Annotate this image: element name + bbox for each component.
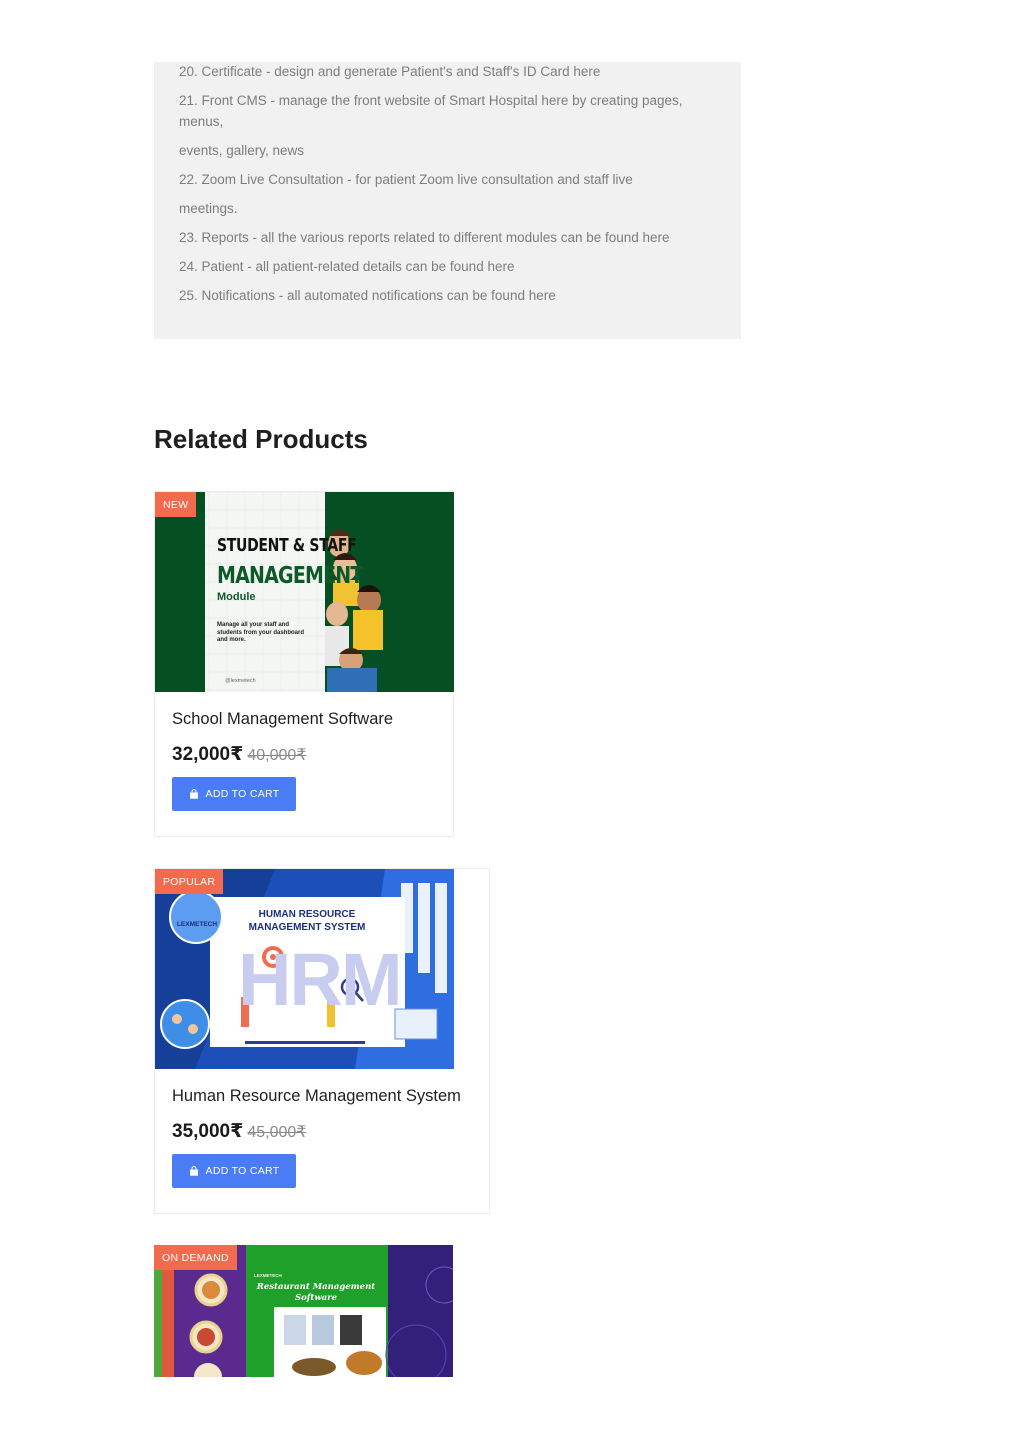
school-banner-graphic xyxy=(205,492,454,692)
product-card-hrm: LEXMETECH HUMAN RESOURCE MANAGEMENT SYST… xyxy=(154,868,490,1214)
school-banner-line1: STUDENT & STAFF xyxy=(217,536,357,556)
badge-popular: POPULAR xyxy=(155,869,224,894)
add-to-cart-button[interactable]: ADD TO CART xyxy=(172,777,296,811)
description-line: 22. Zoom Live Consultation - for patient… xyxy=(179,172,633,187)
add-to-cart-label: ADD TO CART xyxy=(205,788,280,800)
old-price: 40,000₹ xyxy=(247,747,307,764)
current-price: 32,000₹ xyxy=(172,744,244,765)
restaurant-banner-line1: Restaurant Management xyxy=(256,1282,376,1292)
school-banner-brand: @lexmetech xyxy=(225,678,256,684)
product-price: 35,000₹ 45,000₹ xyxy=(172,1120,306,1143)
hrm-banner-big: HRM xyxy=(238,938,403,1021)
hrm-banner-line2: MANAGEMENT SYSTEM xyxy=(248,922,366,933)
shopping-bag-icon xyxy=(189,1166,198,1176)
product-price: 32,000₹ 40,000₹ xyxy=(172,743,306,766)
product-card-school: STUDENT & STAFF MANAGEMENT Module Manage… xyxy=(154,491,454,837)
school-banner-line3: Module xyxy=(217,591,256,603)
badge-new: NEW xyxy=(155,492,197,517)
product-card-restaurant: LEXMETECH Restaurant Management Software… xyxy=(154,1245,453,1377)
shopping-bag-icon xyxy=(189,789,198,799)
school-banner-tagline: Manage all your staff and students from … xyxy=(217,622,305,643)
product-image-hrm[interactable]: LEXMETECH HUMAN RESOURCE MANAGEMENT SYST… xyxy=(155,869,454,1069)
current-price: 35,000₹ xyxy=(172,1121,244,1142)
badge-on-demand: ON DEMAND xyxy=(154,1245,237,1270)
restaurant-banner-line2: Software xyxy=(294,1293,338,1303)
school-banner-line2: MANAGEMENT xyxy=(217,562,363,590)
product-image-school[interactable]: STUDENT & STAFF MANAGEMENT Module Manage… xyxy=(155,492,454,692)
description-line: 23. Reports - all the various reports re… xyxy=(179,230,670,245)
description-line: menus, xyxy=(179,114,224,129)
description-line: events, gallery, news xyxy=(179,143,305,158)
hrm-logo-text: LEXMETECH xyxy=(176,921,218,928)
hrm-banner-line1: HUMAN RESOURCE xyxy=(258,909,356,920)
product-title-school[interactable]: School Management Software xyxy=(172,710,393,729)
related-products-heading: Related Products xyxy=(154,424,368,454)
product-image-restaurant[interactable]: LEXMETECH Restaurant Management Software… xyxy=(154,1245,453,1377)
add-to-cart-button[interactable]: ADD TO CART xyxy=(172,1154,296,1188)
description-line: 25. Notifications - all automated notifi… xyxy=(179,288,556,303)
description-line: 20. Certificate - design and generate Pa… xyxy=(179,64,601,79)
description-line: 21. Front CMS - manage the front website… xyxy=(179,93,683,108)
description-line: 24. Patient - all patient-related detail… xyxy=(179,259,515,274)
description-line: meetings. xyxy=(179,201,238,216)
add-to-cart-label: ADD TO CART xyxy=(205,1165,280,1177)
restaurant-logo-text: LEXMETECH xyxy=(254,1273,282,1278)
product-title-hrm[interactable]: Human Resource Management System xyxy=(172,1087,461,1106)
old-price: 45,000₹ xyxy=(247,1124,307,1141)
